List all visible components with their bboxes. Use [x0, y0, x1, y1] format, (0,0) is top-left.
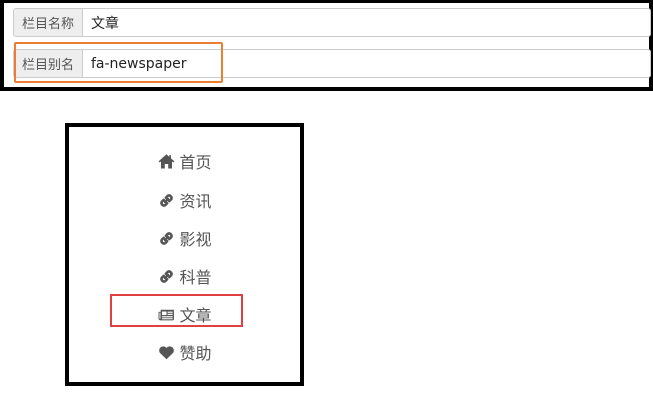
nav-item-science[interactable]: 科普 — [69, 264, 300, 288]
nav-item-movies[interactable]: 影视 — [69, 226, 300, 250]
nav-item-label: 首页 — [179, 153, 212, 172]
column-settings-form: 栏目名称 栏目别名 — [0, 0, 653, 91]
link-icon — [157, 267, 175, 285]
column-name-label: 栏目名称 — [14, 9, 83, 36]
column-name-row: 栏目名称 — [13, 8, 651, 37]
nav-item-label: 影视 — [179, 230, 212, 249]
column-name-input[interactable] — [83, 9, 650, 36]
column-alias-label: 栏目别名 — [14, 50, 83, 77]
home-icon — [157, 152, 175, 170]
newspaper-icon — [157, 305, 175, 323]
nav-item-label: 文章 — [179, 306, 212, 325]
column-alias-row: 栏目别名 — [13, 49, 651, 78]
nav-item-label: 赞助 — [179, 344, 212, 363]
nav-preview-panel: 首页 资讯 影视 科普 文章 赞助 — [65, 123, 304, 386]
column-alias-input[interactable] — [83, 50, 650, 77]
nav-item-sponsor[interactable]: 赞助 — [69, 340, 300, 364]
heart-icon — [157, 343, 175, 361]
link-icon — [157, 229, 175, 247]
nav-item-news[interactable]: 资讯 — [69, 188, 300, 212]
nav-item-label: 科普 — [179, 268, 212, 287]
nav-item-articles[interactable]: 文章 — [69, 302, 300, 326]
link-icon — [157, 191, 175, 209]
nav-item-home[interactable]: 首页 — [69, 149, 300, 173]
nav-item-label: 资讯 — [179, 192, 212, 211]
